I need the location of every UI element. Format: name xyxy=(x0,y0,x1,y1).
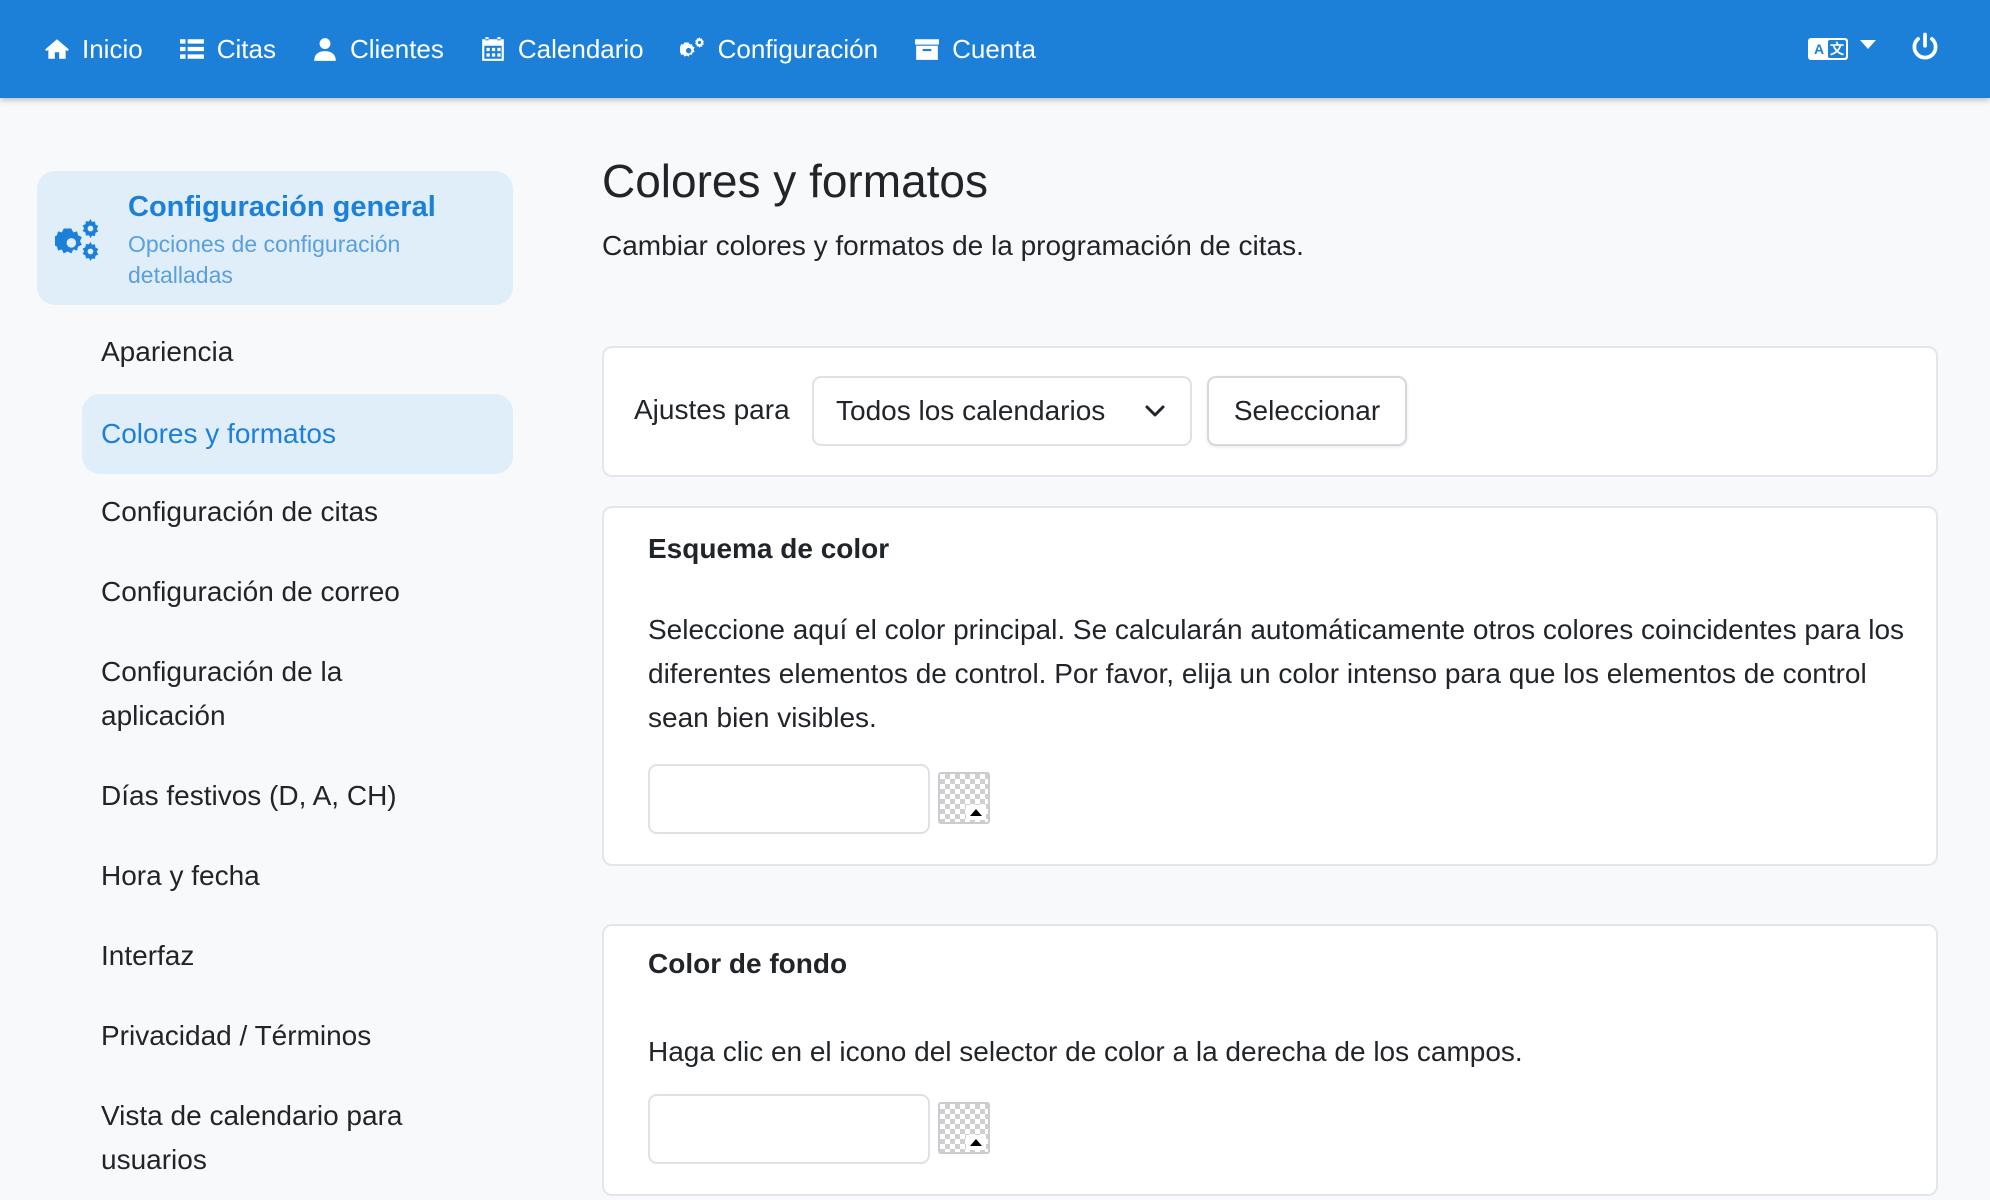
nav-item-configuracion[interactable]: Configuración xyxy=(679,33,879,65)
gears-icon xyxy=(55,219,99,261)
language-icon: A文 xyxy=(1808,38,1848,60)
sidebar-item-dias-festivos[interactable]: Días festivos (D, A, CH) xyxy=(82,774,513,818)
top-right-actions: A文 xyxy=(1808,0,1940,98)
color-scheme-heading: Esquema de color xyxy=(648,533,890,564)
background-color-card: Color de fondo Haga clic en el icono del… xyxy=(602,924,1938,1196)
nav-item-label: Cuenta xyxy=(952,33,1036,64)
background-color-description: Haga clic en el icono del selector de co… xyxy=(648,1036,1523,1067)
sidebar-header-title: Configuración general xyxy=(128,191,436,223)
background-color-input[interactable] xyxy=(648,1094,930,1164)
nav-item-citas[interactable]: Citas xyxy=(179,34,276,65)
main-nav: Inicio Citas Clientes Calendario Configu… xyxy=(44,0,1072,98)
calendar-select[interactable]: Todos los calendarios xyxy=(812,376,1192,446)
nav-item-inicio[interactable]: Inicio xyxy=(44,34,143,65)
page-description: Cambiar colores y formatos de la program… xyxy=(602,230,1304,261)
sidebar-item-vista-de-calendario[interactable]: Vista de calendario para usuarios xyxy=(82,1094,442,1182)
sidebar-item-configuracion-de-correo[interactable]: Configuración de correo xyxy=(82,570,513,614)
sidebar-item-colores-y-formatos[interactable]: Colores y formatos xyxy=(82,394,513,474)
settings-for-label: Ajustes para xyxy=(634,394,790,425)
archive-icon xyxy=(915,39,939,60)
nav-item-label: Configuración xyxy=(717,33,879,64)
logout-button[interactable] xyxy=(1910,32,1940,67)
settings-scope-card: Ajustes para Todos los calendarios Selec… xyxy=(602,346,1938,477)
home-icon xyxy=(45,39,69,59)
nav-item-label: Inicio xyxy=(82,33,143,64)
sidebar-item-configuracion-de-la-aplicacion[interactable]: Configuración de la aplicación xyxy=(82,650,402,738)
user-icon xyxy=(314,38,336,61)
select-button[interactable]: Seleccionar xyxy=(1207,376,1407,446)
nav-item-clientes[interactable]: Clientes xyxy=(312,34,444,65)
background-color-picker-button[interactable] xyxy=(938,1102,990,1154)
nav-item-label: Clientes xyxy=(349,33,444,64)
list-icon xyxy=(179,39,204,59)
sidebar-item-apariencia[interactable]: Apariencia xyxy=(82,330,513,374)
nav-item-label: Citas xyxy=(216,33,276,64)
nav-item-label: Calendario xyxy=(517,33,644,64)
calendar-select-value: Todos los calendarios xyxy=(836,395,1106,426)
triangle-up-icon xyxy=(970,1139,982,1146)
triangle-up-icon xyxy=(970,809,982,816)
sidebar-header-subtitle: Opciones de configuración detalladas xyxy=(128,231,401,288)
calendar-icon xyxy=(482,37,504,61)
sidebar-item-hora-y-fecha[interactable]: Hora y fecha xyxy=(82,854,513,898)
background-color-heading: Color de fondo xyxy=(648,948,848,979)
nav-item-cuenta[interactable]: Cuenta xyxy=(914,34,1036,65)
chevron-down-icon xyxy=(1145,405,1165,417)
page-title: Colores y formatos xyxy=(602,155,989,207)
nav-item-calendario[interactable]: Calendario xyxy=(480,34,644,65)
color-picker-button[interactable] xyxy=(938,772,990,824)
sidebar-item-configuracion-de-citas[interactable]: Configuración de citas xyxy=(82,490,513,534)
color-scheme-card: Esquema de color Seleccione aquí el colo… xyxy=(602,506,1938,866)
primary-color-input[interactable] xyxy=(648,764,930,834)
gears-icon xyxy=(679,37,704,57)
color-scheme-description: Seleccione aquí el color principal. Se c… xyxy=(648,614,1905,733)
sidebar-header: Configuración general Opciones de config… xyxy=(37,171,513,305)
caret-down-icon xyxy=(1860,39,1876,49)
sidebar-item-privacidad-terminos[interactable]: Privacidad / Términos xyxy=(82,1014,513,1058)
sidebar-item-interfaz[interactable]: Interfaz xyxy=(82,934,513,978)
language-dropdown[interactable]: A文 xyxy=(1808,38,1876,60)
top-navbar: Inicio Citas Clientes Calendario Configu… xyxy=(0,0,1990,98)
power-icon xyxy=(1912,32,1938,59)
